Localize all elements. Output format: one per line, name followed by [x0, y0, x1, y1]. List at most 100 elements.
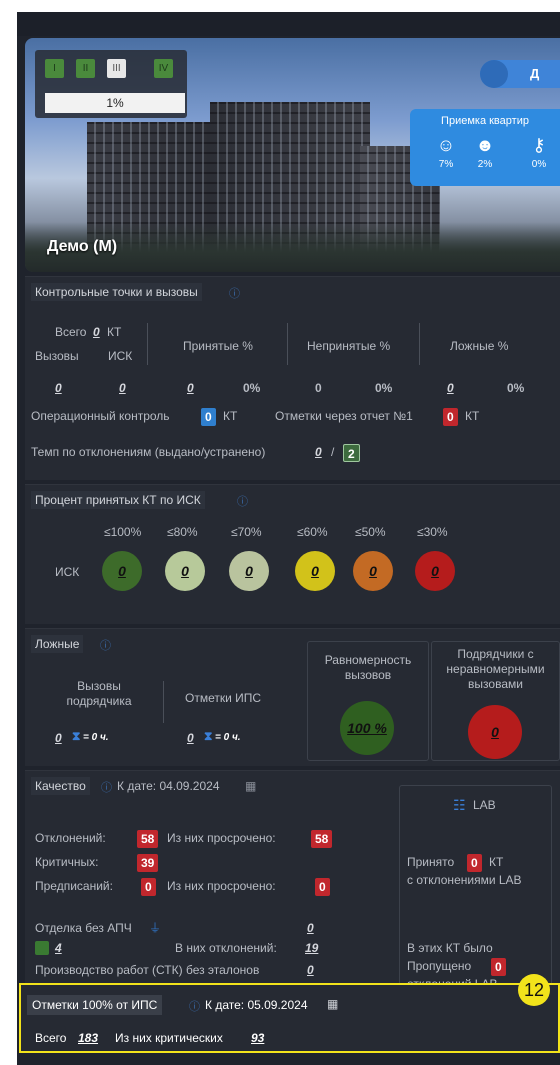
toggle-label: Д	[530, 66, 540, 81]
lab-accepted-suffix: с отклонениями LAB	[407, 873, 522, 887]
checkpoints-section: Контрольные точки и вызовы ⓘ Всего 0 КТ …	[25, 276, 560, 480]
calls-label: Вызовы	[35, 349, 79, 363]
ips-total-value[interactable]: 183	[78, 1031, 98, 1045]
ips-critical-value[interactable]: 93	[251, 1031, 264, 1045]
info-icon[interactable]: ⓘ	[101, 779, 112, 795]
accepted-header: Принятые %	[183, 339, 253, 353]
kt-label: КТ	[107, 325, 122, 339]
threshold-circle[interactable]: 0	[415, 551, 455, 591]
lab-missed-value[interactable]: 0	[491, 958, 506, 976]
false-percent: 0%	[507, 381, 525, 395]
lab-accepted-unit: КТ	[489, 855, 504, 869]
ips-marks-title: Отметки 100% от ИПС	[27, 995, 163, 1015]
info-icon[interactable]: ⓘ	[237, 493, 248, 509]
threshold-circle[interactable]: 0	[295, 551, 335, 591]
project-hero[interactable]: I II III IV 1% Д Приемка квартир ☺ ☻ ⚷ 7…	[25, 38, 560, 272]
threshold-circle[interactable]: 0	[353, 551, 393, 591]
uniformity-label: Равномерность вызовов	[324, 653, 412, 682]
threshold-label: ≤50%	[355, 525, 386, 539]
lab-kt-label: В этих КТ было	[407, 941, 493, 955]
report-value[interactable]: 0	[443, 408, 458, 426]
deviations-label: Отклонений:	[35, 831, 106, 845]
finish-deviation-label: В них отклонений:	[175, 941, 277, 955]
lab-accepted-value[interactable]: 0	[467, 854, 482, 872]
prescriptions-value[interactable]: 0	[141, 878, 156, 896]
production-value[interactable]: 0	[307, 963, 314, 977]
divider	[419, 323, 420, 365]
tempo-fixed[interactable]: 2	[343, 444, 360, 462]
ips-marks-value[interactable]: 0	[187, 731, 194, 745]
apartment-acceptance-card[interactable]: Приемка квартир ☺ ☻ ⚷ 7% 2% 0%	[410, 109, 560, 186]
uneven-label: Подрядчики с неравномерными вызовами	[446, 647, 545, 691]
acceptance-value: 0%	[531, 159, 547, 170]
lab-missed-label: Пропущено	[407, 959, 472, 973]
divider	[163, 681, 164, 723]
step-marker: 12	[518, 974, 550, 1006]
isk-value[interactable]: 0	[119, 381, 126, 395]
ips-marks-label: Отметки ИПС	[185, 691, 262, 705]
phase-2-button[interactable]: II	[76, 59, 95, 78]
false-calls-section: Ложные ⓘ Вызовы подрядчика Отметки ИПС 0…	[25, 628, 560, 766]
section-title: Ложные	[31, 635, 84, 653]
threshold-circle[interactable]: 0	[102, 551, 142, 591]
info-icon[interactable]: ⓘ	[229, 285, 240, 301]
rejected-percent: 0%	[375, 381, 393, 395]
prescriptions-label: Предписаний:	[35, 879, 113, 893]
info-icon[interactable]: ⓘ	[100, 637, 111, 653]
section-title: Процент принятых КТ по ИСК	[31, 491, 205, 509]
op-control-value[interactable]: 0	[201, 408, 216, 426]
phase-3-button[interactable]: III	[107, 59, 126, 78]
section-title: Контрольные точки и вызовы	[31, 283, 202, 301]
quality-section: Качество ⓘ К дате: 04.09.2024 ▦ Отклонен…	[25, 770, 560, 996]
rejected-count: 0	[315, 381, 322, 395]
project-title: Демо (М)	[47, 238, 118, 255]
top-strip	[17, 12, 560, 36]
finish-small-value[interactable]: 4	[55, 941, 62, 955]
calendar-icon[interactable]: ▦	[245, 779, 256, 793]
hourglass-icon: ⧗	[204, 729, 213, 743]
calls-value[interactable]: 0	[55, 381, 62, 395]
finish-deviation-value[interactable]: 19	[305, 941, 318, 955]
total-value[interactable]: 0	[93, 325, 100, 339]
overdue-label: Из них просрочено:	[167, 831, 276, 845]
finish-label: Отделка без АПЧ	[35, 921, 132, 935]
threshold-circle[interactable]: 0	[229, 551, 269, 591]
calendar-icon[interactable]: ▦	[327, 997, 338, 1011]
false-count[interactable]: 0	[447, 381, 454, 395]
phase-4-button[interactable]: IV	[154, 59, 173, 78]
rejected-header: Непринятые %	[307, 339, 391, 353]
critical-value[interactable]: 39	[137, 854, 159, 872]
contractor-calls-value[interactable]: 0	[55, 731, 62, 745]
critical-label: Критичных:	[35, 855, 99, 869]
info-icon[interactable]: ⓘ	[189, 998, 200, 1014]
prescriptions-overdue-value[interactable]: 0	[315, 878, 330, 896]
percent-accepted-section: Процент принятых КТ по ИСК ⓘ ИСК ≤100% 0 ≤…	[25, 484, 560, 624]
filter-icon[interactable]: ⏚	[149, 919, 161, 936]
divider	[287, 323, 288, 365]
threshold-label: ≤100%	[104, 525, 142, 539]
ips-marks-time: = 0 ч.	[215, 732, 241, 743]
ips-marks-panel[interactable]: Отметки 100% от ИПС ⓘ К дате: 05.09.2024…	[19, 974, 560, 1053]
ips-marks-date: К дате: 05.09.2024	[205, 998, 308, 1012]
deviations-value[interactable]: 58	[137, 830, 159, 848]
uneven-value[interactable]: 0	[468, 705, 522, 759]
threshold-circle[interactable]: 0	[165, 551, 205, 591]
phase-selector: I II III IV 1%	[35, 50, 187, 118]
contractor-calls-label: Вызовы подрядчика	[66, 679, 132, 708]
keys-icon: ⚷	[532, 135, 546, 155]
prescriptions-overdue-label: Из них просрочено:	[167, 879, 276, 893]
accepted-count[interactable]: 0	[187, 381, 194, 395]
finish-value[interactable]: 0	[307, 921, 314, 935]
tempo-issued[interactable]: 0	[315, 445, 322, 459]
phase-1-button[interactable]: I	[45, 59, 64, 78]
lab-title: LAB	[473, 798, 496, 812]
threshold-label: ≤70%	[231, 525, 262, 539]
uniformity-value[interactable]: 100 %	[340, 701, 394, 755]
isk-label: ИСК	[108, 349, 133, 363]
ips-total-label: Всего	[35, 1031, 67, 1045]
lab-accepted-label: Принято	[407, 855, 455, 869]
inspector-icon: ☺	[436, 135, 456, 155]
report-unit: КТ	[465, 409, 480, 423]
quality-date: К дате: 04.09.2024	[117, 779, 220, 793]
overdue-value[interactable]: 58	[311, 830, 333, 848]
